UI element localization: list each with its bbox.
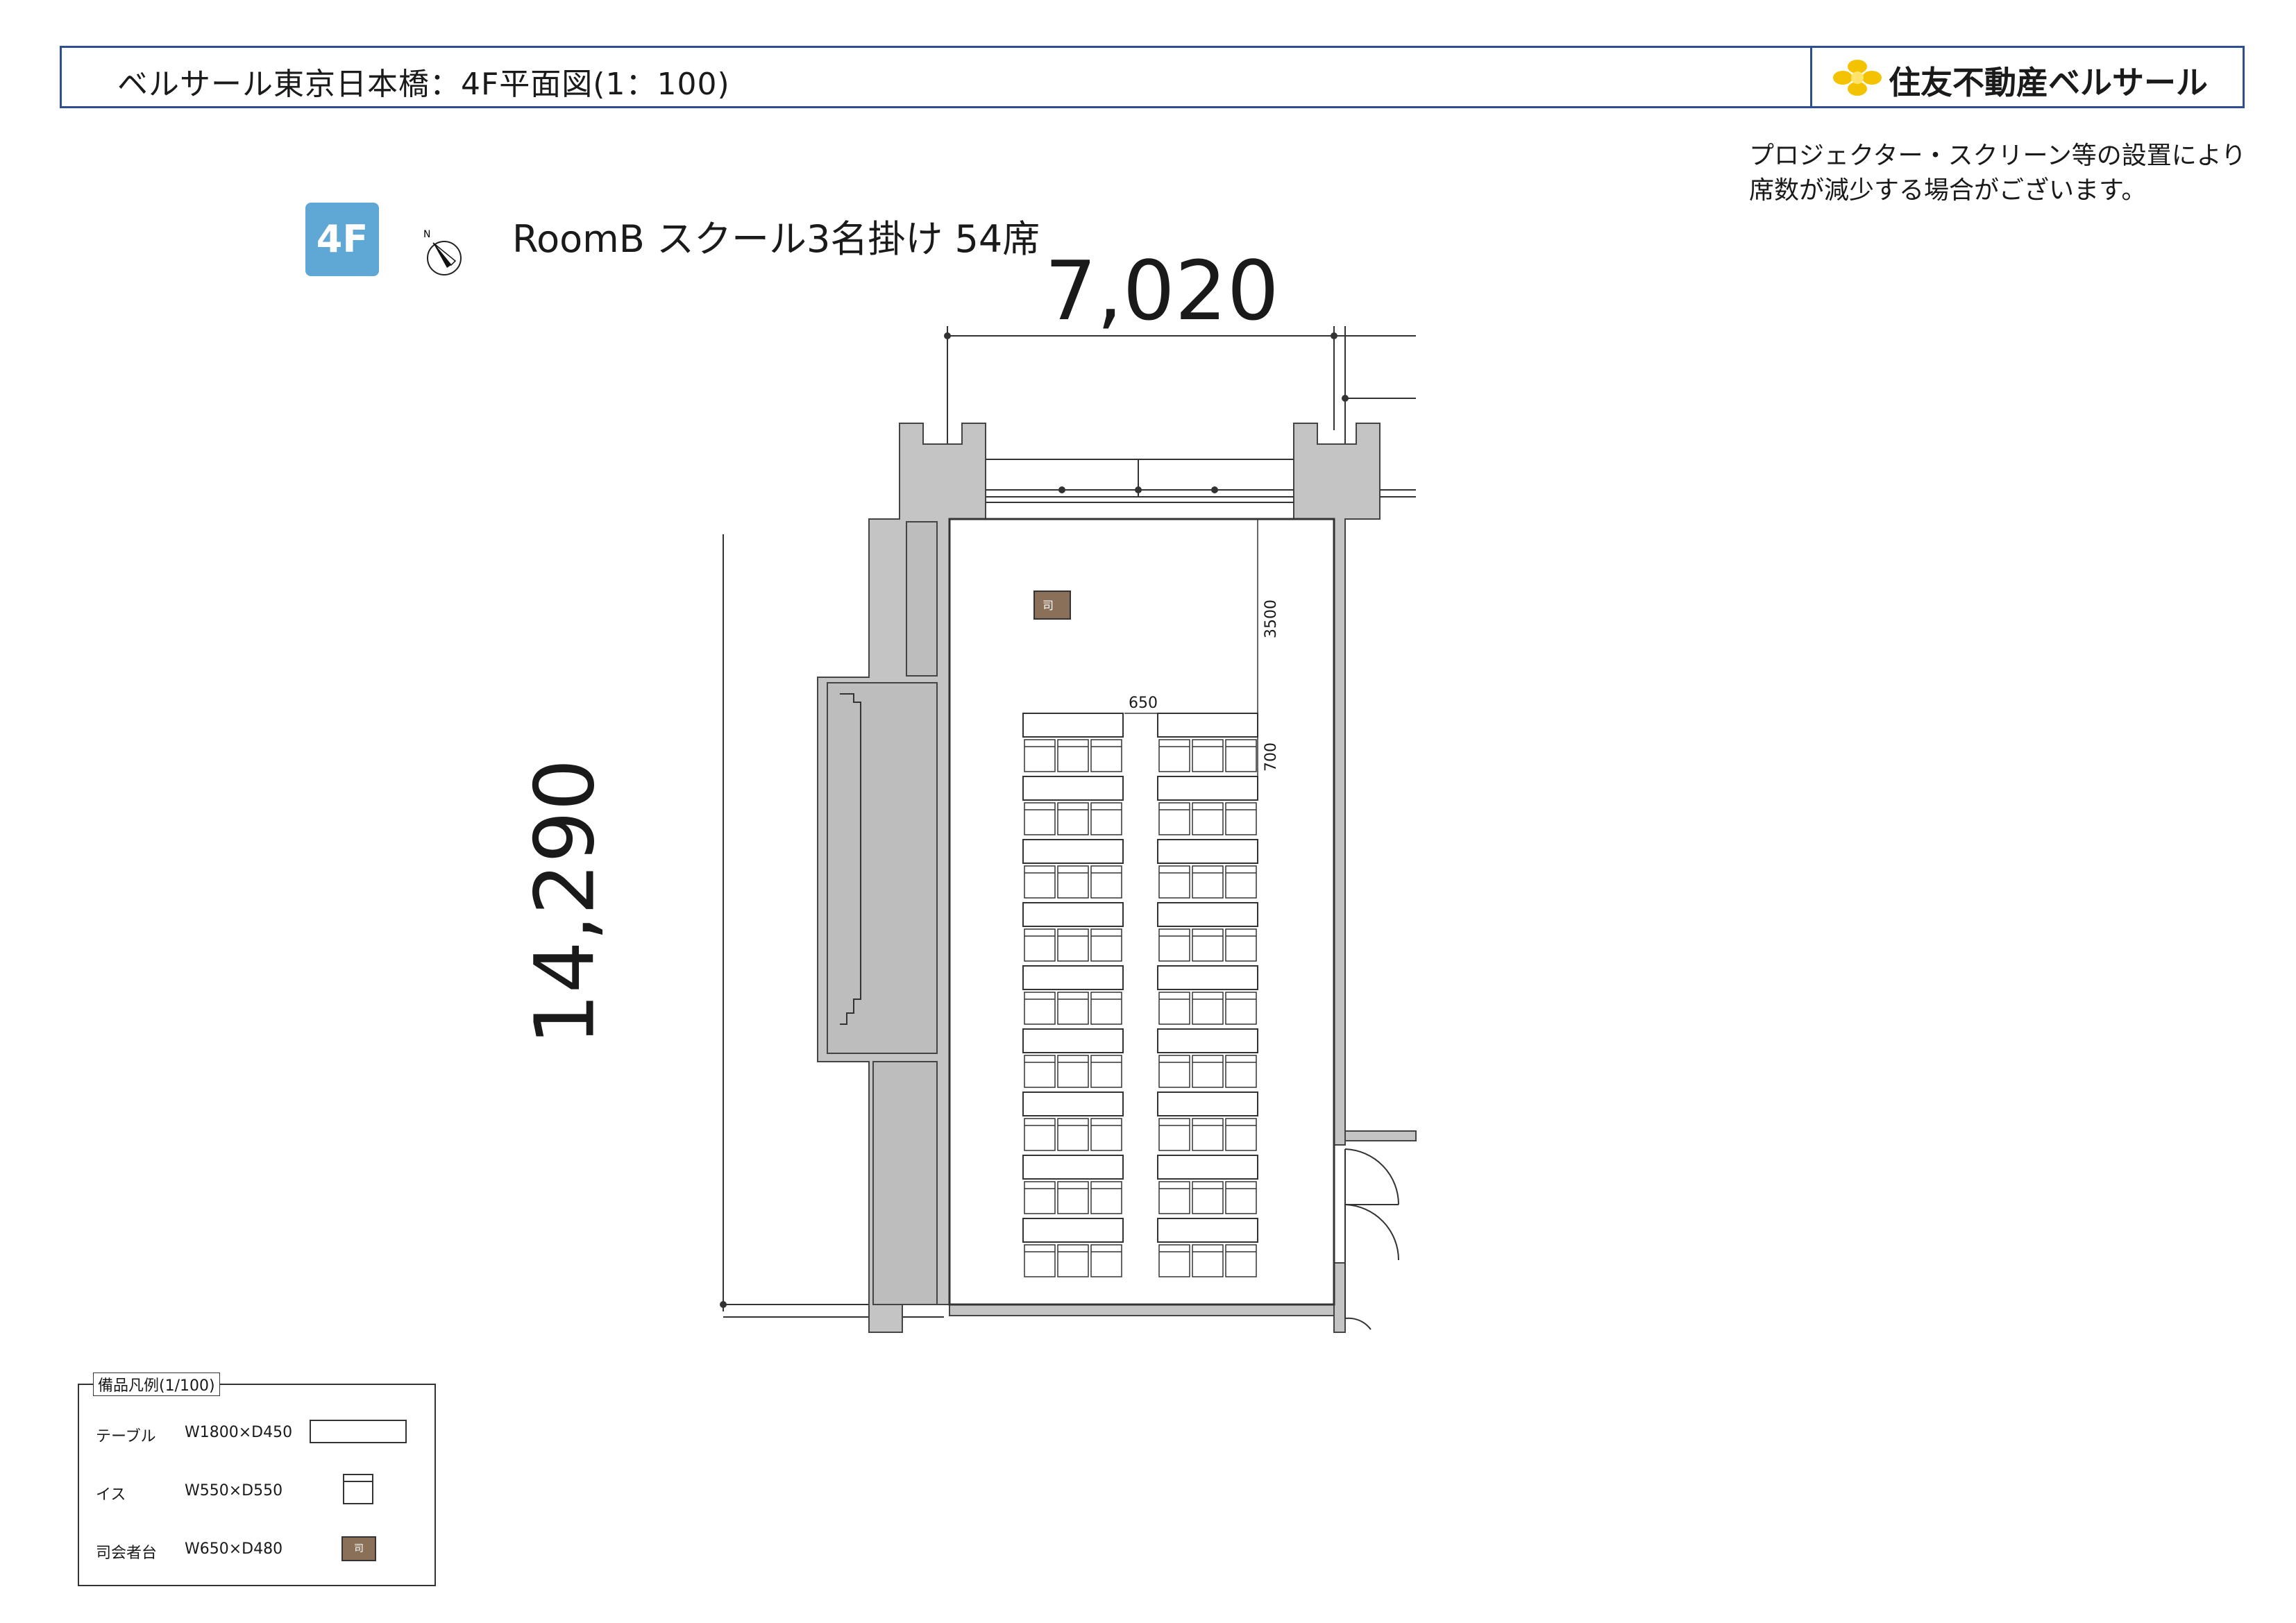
chair xyxy=(1225,865,1257,899)
school-table xyxy=(1157,965,1258,990)
school-table xyxy=(1157,1028,1258,1053)
chair xyxy=(1192,1055,1224,1088)
chair xyxy=(1192,865,1224,899)
chair xyxy=(1024,992,1056,1025)
school-table xyxy=(1157,776,1258,801)
chair xyxy=(1090,739,1122,772)
school-table xyxy=(1022,1155,1124,1180)
chair xyxy=(1090,802,1122,835)
school-table xyxy=(1022,776,1124,801)
school-table xyxy=(1157,1091,1258,1116)
chair xyxy=(1225,1118,1257,1151)
aisle-dimension-label: 650 xyxy=(1129,695,1158,712)
chair xyxy=(1192,928,1224,962)
school-table xyxy=(1022,713,1124,738)
school-table xyxy=(1157,902,1258,927)
chair xyxy=(1192,802,1224,835)
school-table xyxy=(1022,1091,1124,1116)
floor-plan: 650 3500 700 司 xyxy=(720,326,1417,1333)
equipment-legend: 備品凡例(1/100) テーブル W1800×D450 イス W550×D550… xyxy=(78,1373,436,1586)
school-table xyxy=(1157,1155,1258,1180)
school-table xyxy=(1022,1028,1124,1053)
chair xyxy=(1090,1181,1122,1214)
chair xyxy=(1158,1181,1190,1214)
chair xyxy=(1057,865,1089,899)
chair xyxy=(1057,992,1089,1025)
chair xyxy=(1057,802,1089,835)
chair xyxy=(1158,992,1190,1025)
chair xyxy=(1192,1118,1224,1151)
chair xyxy=(1057,739,1089,772)
school-table xyxy=(1022,965,1124,990)
chair xyxy=(1192,1244,1224,1277)
chair xyxy=(1024,1244,1056,1277)
chair xyxy=(1158,739,1190,772)
chair xyxy=(1024,739,1056,772)
chair xyxy=(1192,1181,1224,1214)
legend-chair-symbol xyxy=(343,1474,373,1504)
legend-chair-name: イス xyxy=(96,1486,126,1504)
chair xyxy=(1225,1181,1257,1214)
legend-title: 備品凡例(1/100) xyxy=(93,1373,220,1396)
chair xyxy=(1057,1118,1089,1151)
chair xyxy=(1225,1244,1257,1277)
chair xyxy=(1158,865,1190,899)
school-table xyxy=(1157,713,1258,738)
chair xyxy=(1158,1244,1190,1277)
school-table xyxy=(1022,902,1124,927)
chair xyxy=(1090,1055,1122,1088)
podium-label: 司 xyxy=(1043,599,1054,612)
school-table xyxy=(1157,839,1258,864)
chair xyxy=(1192,992,1224,1025)
chair xyxy=(1225,1055,1257,1088)
chair xyxy=(1057,1055,1089,1088)
school-table xyxy=(1022,839,1124,864)
chair xyxy=(1225,739,1257,772)
chair xyxy=(1024,1181,1056,1214)
legend-podium-size: W650×D480 xyxy=(185,1540,283,1558)
legend-chair-size: W550×D550 xyxy=(185,1482,283,1499)
legend-table-symbol xyxy=(310,1420,407,1443)
chair xyxy=(1057,1244,1089,1277)
chair xyxy=(1225,992,1257,1025)
chair xyxy=(1057,1181,1089,1214)
chair xyxy=(1192,739,1224,772)
legend-table-size: W1800×D450 xyxy=(185,1424,293,1441)
chair xyxy=(1090,992,1122,1025)
row-pitch-label: 700 xyxy=(1263,742,1280,772)
chair xyxy=(1024,928,1056,962)
podium: 司 xyxy=(1033,590,1071,620)
chair xyxy=(1090,865,1122,899)
chair xyxy=(1225,802,1257,835)
school-table xyxy=(1022,1218,1124,1243)
school-table xyxy=(1157,1218,1258,1243)
entrance-doors xyxy=(1344,1148,1399,1330)
legend-table-name: テーブル xyxy=(96,1428,156,1445)
chair xyxy=(1225,928,1257,962)
legend-podium-name: 司会者台 xyxy=(96,1545,158,1562)
chair xyxy=(1158,1118,1190,1151)
chair xyxy=(1090,1244,1122,1277)
chair xyxy=(1024,1118,1056,1151)
chair xyxy=(1158,928,1190,962)
chair xyxy=(1090,1118,1122,1151)
chair xyxy=(1024,1055,1056,1088)
front-clearance-label: 3500 xyxy=(1263,600,1280,638)
chair xyxy=(1158,802,1190,835)
legend-podium-symbol: 司 xyxy=(341,1536,376,1561)
chair xyxy=(1024,802,1056,835)
chair xyxy=(1090,928,1122,962)
chair xyxy=(1024,865,1056,899)
chair xyxy=(1158,1055,1190,1088)
chair xyxy=(1057,928,1089,962)
